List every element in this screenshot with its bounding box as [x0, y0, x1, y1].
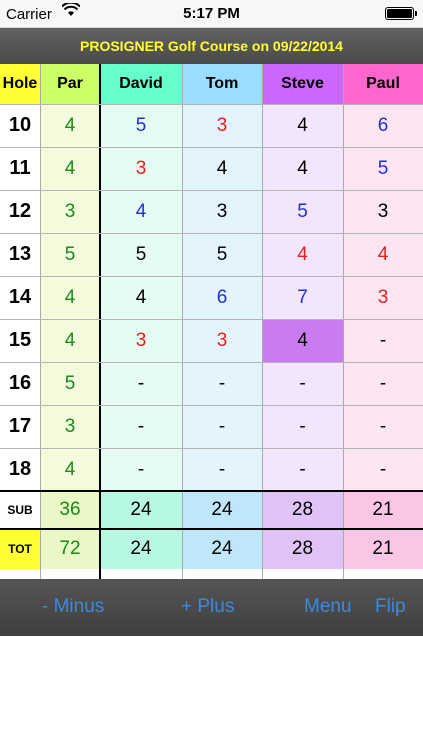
subtotal-par: 36	[40, 491, 100, 529]
score-cell-paul[interactable]: -	[343, 319, 423, 362]
grid-divider	[343, 64, 344, 579]
score-cell-paul[interactable]: 5	[343, 147, 423, 190]
par-value: 4	[40, 104, 100, 147]
grid-divider	[40, 64, 41, 579]
battery-icon	[385, 7, 417, 20]
hole-number: 12	[0, 190, 40, 233]
score-cell-david[interactable]: 3	[100, 319, 182, 362]
subtotal-tom: 24	[182, 491, 262, 529]
grid-divider	[0, 405, 423, 406]
grid-divider	[0, 362, 423, 363]
score-cell-steve[interactable]: 4	[262, 233, 343, 276]
grid-divider	[0, 147, 423, 148]
par-value: 5	[40, 233, 100, 276]
total-label: TOT	[0, 529, 40, 569]
score-cell-tom[interactable]: -	[182, 405, 262, 448]
total-steve: 28	[262, 529, 343, 569]
hole-number: 18	[0, 448, 40, 491]
menu-button[interactable]: Menu	[304, 596, 352, 618]
score-cell-tom[interactable]: 6	[182, 276, 262, 319]
score-cell-paul[interactable]: 4	[343, 233, 423, 276]
par-value: 4	[40, 319, 100, 362]
score-cell-tom[interactable]: 3	[182, 104, 262, 147]
flip-button[interactable]: Flip	[375, 596, 406, 618]
score-cell-tom[interactable]: 4	[182, 147, 262, 190]
plus-button[interactable]: + Plus	[181, 596, 234, 618]
score-cell-paul[interactable]: -	[343, 448, 423, 491]
minus-button[interactable]: - Minus	[42, 596, 104, 618]
subtotal-divider	[0, 490, 423, 492]
hole-number: 16	[0, 362, 40, 405]
par-value: 3	[40, 190, 100, 233]
score-cell-steve[interactable]: 7	[262, 276, 343, 319]
hole-number: 13	[0, 233, 40, 276]
total-tom: 24	[182, 529, 262, 569]
hole-number: 17	[0, 405, 40, 448]
status-bar: Carrier 5:17 PM	[0, 0, 423, 28]
grid-divider	[0, 276, 423, 277]
score-cell-tom[interactable]: 3	[182, 319, 262, 362]
score-cell-tom[interactable]: 3	[182, 190, 262, 233]
header-tom[interactable]: Tom	[182, 64, 262, 104]
total-david: 24	[100, 529, 182, 569]
course-title: PROSIGNER Golf Course on 09/22/2014	[0, 28, 423, 64]
score-cell-steve[interactable]: 4	[262, 319, 343, 362]
score-cell-david[interactable]: 3	[100, 147, 182, 190]
subtotal-steve: 28	[262, 491, 343, 529]
grid-divider	[262, 64, 263, 579]
grid-divider	[0, 190, 423, 191]
subtotal-label: SUB	[0, 491, 40, 529]
par-value: 4	[40, 276, 100, 319]
grid-divider	[99, 64, 101, 579]
grid-divider	[0, 448, 423, 449]
hole-number: 14	[0, 276, 40, 319]
score-cell-paul[interactable]: 3	[343, 276, 423, 319]
grid-divider	[0, 233, 423, 234]
score-cell-steve[interactable]: 4	[262, 147, 343, 190]
total-paul: 21	[343, 529, 423, 569]
grid-divider	[182, 64, 183, 579]
score-cell-paul[interactable]: -	[343, 405, 423, 448]
score-cell-steve[interactable]: 5	[262, 190, 343, 233]
score-cell-paul[interactable]: 3	[343, 190, 423, 233]
par-value: 3	[40, 405, 100, 448]
score-cell-paul[interactable]: 6	[343, 104, 423, 147]
subtotal-david: 24	[100, 491, 182, 529]
header-steve[interactable]: Steve	[262, 64, 343, 104]
score-cell-tom[interactable]: -	[182, 448, 262, 491]
subtotal-paul: 21	[343, 491, 423, 529]
score-cell-david[interactable]: -	[100, 448, 182, 491]
hole-number: 10	[0, 104, 40, 147]
score-cell-tom[interactable]: 5	[182, 233, 262, 276]
grid-divider	[0, 319, 423, 320]
hole-number: 15	[0, 319, 40, 362]
header-hole: Hole	[0, 64, 40, 104]
score-cell-paul[interactable]: -	[343, 362, 423, 405]
total-par: 72	[40, 529, 100, 569]
score-cell-david[interactable]: 5	[100, 233, 182, 276]
status-time: 5:17 PM	[183, 5, 240, 22]
score-cell-david[interactable]: -	[100, 405, 182, 448]
score-cell-david[interactable]: -	[100, 362, 182, 405]
par-value: 5	[40, 362, 100, 405]
score-cell-steve[interactable]: -	[262, 405, 343, 448]
header-par: Par	[40, 64, 100, 104]
scorecard-grid: Hole Par David Tom Steve Paul 10 4 5 3 4 6 11 4 3 4 4 5 12…	[0, 64, 423, 579]
total-divider	[0, 528, 423, 530]
par-value: 4	[40, 448, 100, 491]
score-cell-steve[interactable]: -	[262, 448, 343, 491]
grid-divider	[0, 104, 423, 105]
bottom-toolbar: - Minus + Plus Menu Flip	[0, 579, 423, 636]
score-cell-david[interactable]: 5	[100, 104, 182, 147]
header-david[interactable]: David	[100, 64, 182, 104]
score-cell-tom[interactable]: -	[182, 362, 262, 405]
hole-number: 11	[0, 147, 40, 190]
score-cell-david[interactable]: 4	[100, 276, 182, 319]
par-value: 4	[40, 147, 100, 190]
score-cell-steve[interactable]: -	[262, 362, 343, 405]
score-cell-steve[interactable]: 4	[262, 104, 343, 147]
score-cell-david[interactable]: 4	[100, 190, 182, 233]
header-paul[interactable]: Paul	[343, 64, 423, 104]
